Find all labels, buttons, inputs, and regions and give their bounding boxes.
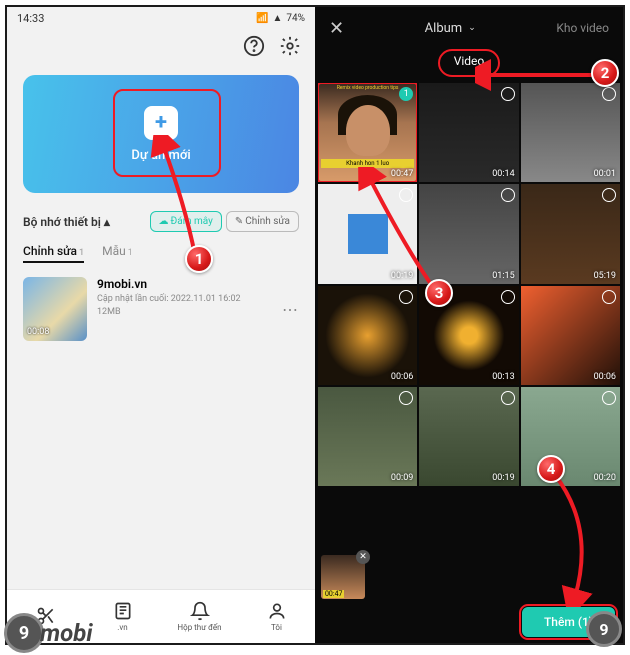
annotation-badge-1: 1 (185, 245, 213, 273)
tab-edit[interactable]: Chỉnh sửa1 (23, 244, 84, 263)
signal-icon: ▲ (273, 13, 283, 24)
nav-profile[interactable]: Tôi (238, 590, 315, 643)
project-size: 12MB (97, 307, 272, 317)
selected-thumbnail[interactable]: ✕ 00:47 (321, 555, 365, 599)
video-cell[interactable]: 00:01 (521, 83, 620, 182)
selected-strip: ✕ 00:47 (321, 555, 365, 599)
settings-icon[interactable] (279, 35, 301, 61)
annotation-badge-2: 2 (591, 59, 619, 87)
project-title: 9mobi.vn (97, 277, 272, 291)
nav-templates[interactable]: .vn (84, 590, 161, 643)
close-icon[interactable]: ✕ (329, 18, 344, 39)
tab-template[interactable]: Mẫu1 (102, 244, 133, 263)
more-icon[interactable]: ⋯ (282, 300, 299, 319)
watermark: 9 (586, 611, 622, 647)
annotation-badge-3: 3 (425, 279, 453, 307)
video-cell[interactable]: 00:09 (318, 387, 417, 486)
status-time: 14:33 (17, 12, 44, 25)
right-phone: ✕ Album⌄ Kho video Video Remix video pro… (315, 7, 623, 643)
project-duration: 00:08 (27, 327, 49, 337)
video-cell[interactable]: 00:19 (419, 387, 518, 486)
project-thumbnail: 00:08 (23, 277, 87, 341)
edit-button[interactable]: ✎ Chỉnh sửa (226, 211, 299, 232)
project-updated: Cập nhật lần cuối: 2022.11.01 16:02 (97, 294, 272, 304)
nav-inbox[interactable]: Hộp thư đến (161, 590, 238, 643)
video-cell[interactable]: 05:19 (521, 184, 620, 283)
album-dropdown[interactable]: Album⌄ (344, 21, 556, 36)
video-cell[interactable]: 00:06 (521, 286, 620, 385)
video-library-tab[interactable]: Kho video (556, 21, 609, 35)
video-cell[interactable]: 00:06 (318, 286, 417, 385)
status-bar: 14:33 📶 ▲ 74% (7, 7, 315, 29)
remove-icon[interactable]: ✕ (356, 550, 370, 564)
help-icon[interactable] (243, 35, 265, 61)
storage-dropdown[interactable]: Bộ nhớ thiết bị ▴ (23, 215, 110, 229)
watermark: 9 mobi (4, 613, 93, 653)
left-phone: 14:33 📶 ▲ 74% + Dự án mới Bộ nhớ thiết b… (7, 7, 315, 643)
project-item[interactable]: 00:08 9mobi.vn Cập nhật lần cuối: 2022.1… (7, 267, 315, 351)
annotation-badge-4: 4 (537, 455, 565, 483)
wifi-icon: 📶 (256, 13, 268, 24)
battery-text: 74% (286, 13, 305, 24)
